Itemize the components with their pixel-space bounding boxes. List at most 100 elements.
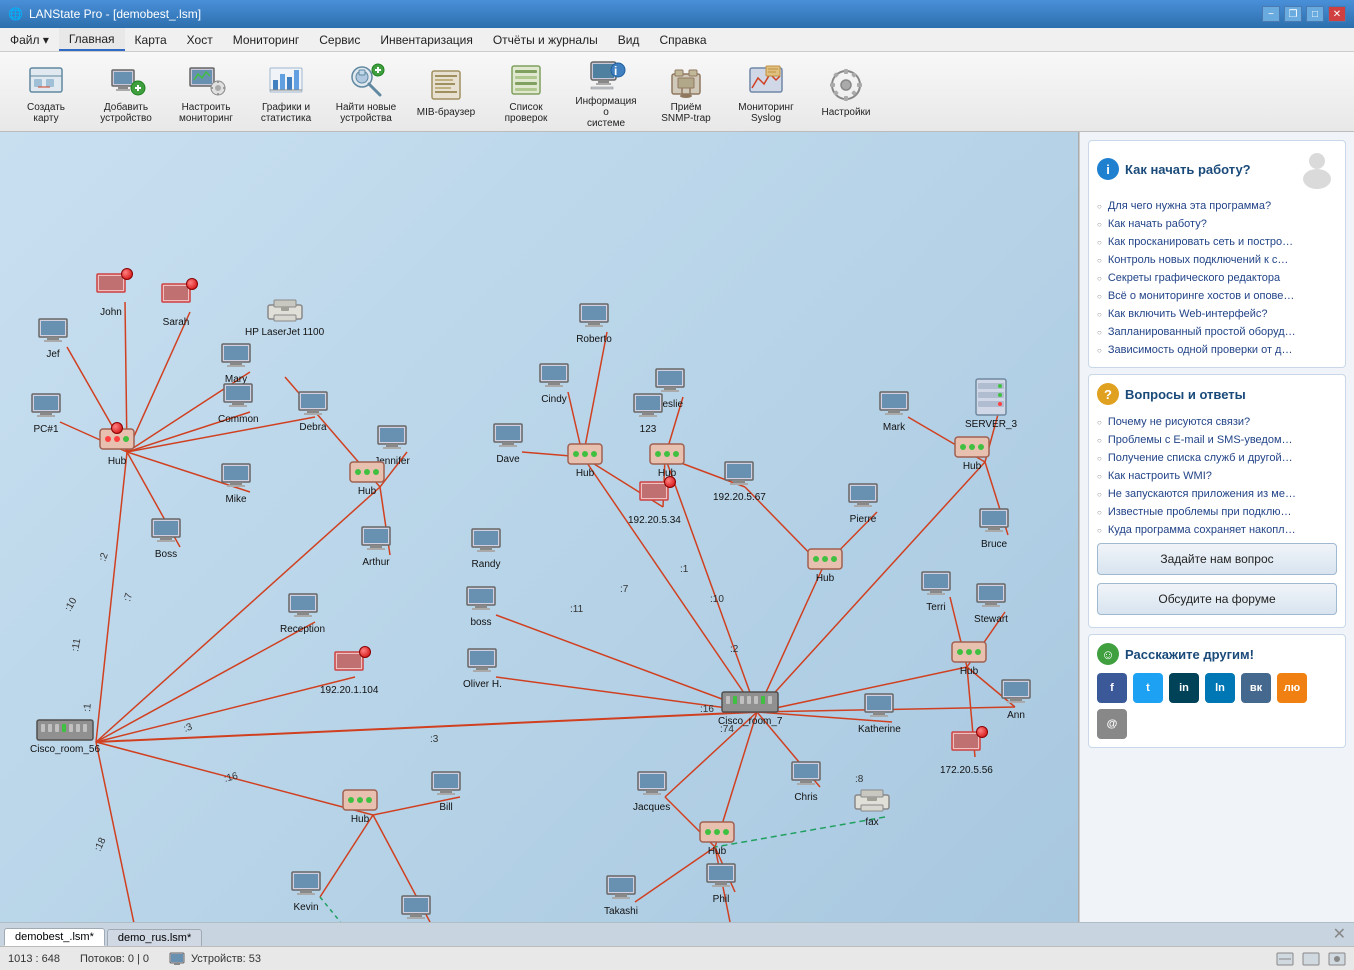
link-services-list[interactable]: Получение списка служб и другой… bbox=[1097, 449, 1337, 467]
node-hub6[interactable]: Hub bbox=[950, 640, 988, 677]
menu-file[interactable]: Файл ▾ bbox=[0, 28, 59, 51]
link-why-program[interactable]: Для чего нужна эта программа? bbox=[1097, 197, 1337, 215]
minimize-button[interactable]: − bbox=[1262, 6, 1280, 22]
node-cindy[interactable]: Cindy bbox=[536, 362, 572, 405]
node-takashi[interactable]: Takashi bbox=[603, 874, 639, 917]
node-randy[interactable]: Randy bbox=[468, 527, 504, 570]
node-jacques[interactable]: Jacques bbox=[633, 770, 670, 813]
node-server3[interactable]: SERVER_3 bbox=[965, 377, 1017, 430]
node-mary[interactable]: Mary bbox=[218, 342, 254, 385]
node-hub5[interactable]: Hub bbox=[806, 547, 844, 584]
node-ann[interactable]: Ann bbox=[998, 678, 1034, 721]
btn-syslog[interactable]: МониторингSyslog bbox=[728, 57, 804, 127]
node-hub9[interactable]: Hub bbox=[698, 820, 736, 857]
link-check-dependency[interactable]: Зависимость одной проверки от д… bbox=[1097, 341, 1337, 359]
node-arthur[interactable]: Arthur bbox=[358, 525, 394, 568]
menu-map[interactable]: Карта bbox=[125, 28, 177, 51]
node-cisco56[interactable]: Cisco_room_56 bbox=[30, 718, 100, 755]
menu-help[interactable]: Справка bbox=[649, 28, 716, 51]
node-ip34[interactable]: 192.20.5.34 bbox=[628, 480, 681, 526]
node-cisco7[interactable]: Cisco_room_7 bbox=[718, 690, 782, 727]
node-boss[interactable]: Boss bbox=[148, 517, 184, 560]
node-123[interactable]: 123 bbox=[630, 392, 666, 435]
node-ip104[interactable]: 192.20.1.104 bbox=[320, 650, 378, 696]
node-debra[interactable]: Debra bbox=[295, 390, 331, 433]
tab-demobest[interactable]: demobest_.lsm* bbox=[4, 928, 105, 946]
btn-mib[interactable]: MIB-браузер bbox=[408, 57, 484, 127]
node-terri[interactable]: Terri bbox=[918, 570, 954, 613]
link-data-storage[interactable]: Куда программа сохраняет накопл… bbox=[1097, 521, 1337, 539]
node-kelly[interactable]: Kelly bbox=[398, 894, 434, 922]
node-bruce[interactable]: Bruce bbox=[976, 507, 1012, 550]
vk-button[interactable]: вк bbox=[1241, 673, 1271, 703]
restore-button[interactable]: ❐ bbox=[1284, 6, 1302, 22]
node-hub8[interactable]: Hub bbox=[341, 788, 379, 825]
link-scan-network[interactable]: Как просканировать сеть и постро… bbox=[1097, 233, 1337, 251]
btn-sysinfo[interactable]: i Информация осистеме bbox=[568, 57, 644, 127]
link-how-start[interactable]: Как начать работу? bbox=[1097, 215, 1337, 233]
ok-button[interactable]: лю bbox=[1277, 673, 1307, 703]
link-planned-downtime[interactable]: Запланированный простой оборуд… bbox=[1097, 323, 1337, 341]
menu-host[interactable]: Хост bbox=[177, 28, 223, 51]
node-hub7[interactable]: Hub bbox=[953, 435, 991, 472]
btn-snmp[interactable]: ПриёмSNMP-trap bbox=[648, 57, 724, 127]
node-roberto[interactable]: Roberto bbox=[576, 302, 612, 345]
link-graphic-editor[interactable]: Секреты графического редактора bbox=[1097, 269, 1337, 287]
menu-service[interactable]: Сервис bbox=[309, 28, 370, 51]
node-hp-printer[interactable]: HP LaserJet 1100 bbox=[245, 297, 324, 338]
node-pierre[interactable]: Pierre bbox=[845, 482, 881, 525]
ask-question-button[interactable]: Задайте нам вопрос bbox=[1097, 543, 1337, 575]
link-no-connections[interactable]: Почему не рисуются связи? bbox=[1097, 413, 1337, 431]
facebook-button[interactable]: f bbox=[1097, 673, 1127, 703]
node-mark[interactable]: Mark bbox=[876, 390, 912, 433]
close-button[interactable]: ✕ bbox=[1328, 6, 1346, 22]
node-pc1[interactable]: PC#1 bbox=[28, 392, 64, 435]
menu-inventory[interactable]: Инвентаризация bbox=[370, 28, 482, 51]
node-mike[interactable]: Mike bbox=[218, 462, 254, 505]
link-web-interface[interactable]: Как включить Web-интерфейс? bbox=[1097, 305, 1337, 323]
btn-find-devices[interactable]: Найти новыеустройства bbox=[328, 57, 404, 127]
node-bill[interactable]: Bill bbox=[428, 770, 464, 813]
btn-settings[interactable]: Настройки bbox=[808, 57, 884, 127]
node-dave[interactable]: Dave bbox=[490, 422, 526, 465]
tab-demo-rus[interactable]: demo_rus.lsm* bbox=[107, 929, 202, 946]
node-hub2[interactable]: Hub bbox=[348, 460, 386, 497]
discuss-forum-button[interactable]: Обсудите на форуме bbox=[1097, 583, 1337, 615]
close-panel-button[interactable]: ✕ bbox=[1329, 922, 1350, 946]
btn-monitor-settings[interactable]: Настроитьмониторинг bbox=[168, 57, 244, 127]
link-apps-launch[interactable]: Не запускаются приложения из ме… bbox=[1097, 485, 1337, 503]
node-hub3[interactable]: Hub bbox=[566, 442, 604, 479]
node-ip556[interactable]: 172.20.5.56 bbox=[940, 730, 993, 776]
node-jef[interactable]: Jef bbox=[35, 317, 71, 360]
link-connection-problems[interactable]: Известные проблемы при подклю… bbox=[1097, 503, 1337, 521]
node-john[interactable]: John bbox=[93, 272, 129, 318]
linkedin-button[interactable]: ln bbox=[1205, 673, 1235, 703]
node-kevin[interactable]: Kevin bbox=[288, 870, 324, 913]
node-oliver[interactable]: Oliver H. bbox=[463, 647, 502, 690]
node-common[interactable]: Common bbox=[218, 382, 259, 425]
menu-reports[interactable]: Отчёты и журналы bbox=[483, 28, 608, 51]
link-email-sms[interactable]: Проблемы с E-mail и SMS-уведом… bbox=[1097, 431, 1337, 449]
menu-view[interactable]: Вид bbox=[608, 28, 650, 51]
node-reception[interactable]: Reception bbox=[280, 592, 325, 635]
node-chris[interactable]: Chris bbox=[788, 760, 824, 803]
node-sarah[interactable]: Sarah bbox=[158, 282, 194, 328]
twitter-button[interactable]: t bbox=[1133, 673, 1163, 703]
node-stewart[interactable]: Stewart bbox=[973, 582, 1009, 625]
lj-button[interactable]: in bbox=[1169, 673, 1199, 703]
btn-create-map[interactable]: Создатькарту bbox=[8, 57, 84, 127]
link-wmi[interactable]: Как настроить WMI? bbox=[1097, 467, 1337, 485]
maximize-button[interactable]: □ bbox=[1306, 6, 1324, 22]
node-hub1[interactable]: Hub bbox=[98, 427, 136, 467]
menu-home[interactable]: Главная bbox=[59, 28, 125, 51]
node-katherine[interactable]: Katherine bbox=[858, 692, 901, 735]
link-monitoring[interactable]: Всё о мониторинге хостов и опове… bbox=[1097, 287, 1337, 305]
menu-monitor[interactable]: Мониторинг bbox=[223, 28, 310, 51]
btn-charts[interactable]: Графики истатистика bbox=[248, 57, 324, 127]
node-ip67[interactable]: 192.20.5.67 bbox=[713, 460, 766, 503]
node-phil[interactable]: Phil bbox=[703, 862, 739, 905]
network-map[interactable]: :10 :2 :7 :11 :1 :3 :16 :3 :11 :7 :1 :10… bbox=[0, 132, 1079, 922]
node-boss2[interactable]: boss bbox=[463, 585, 499, 628]
link-control-connections[interactable]: Контроль новых подключений к с… bbox=[1097, 251, 1337, 269]
node-hub4[interactable]: Hub bbox=[648, 442, 686, 479]
